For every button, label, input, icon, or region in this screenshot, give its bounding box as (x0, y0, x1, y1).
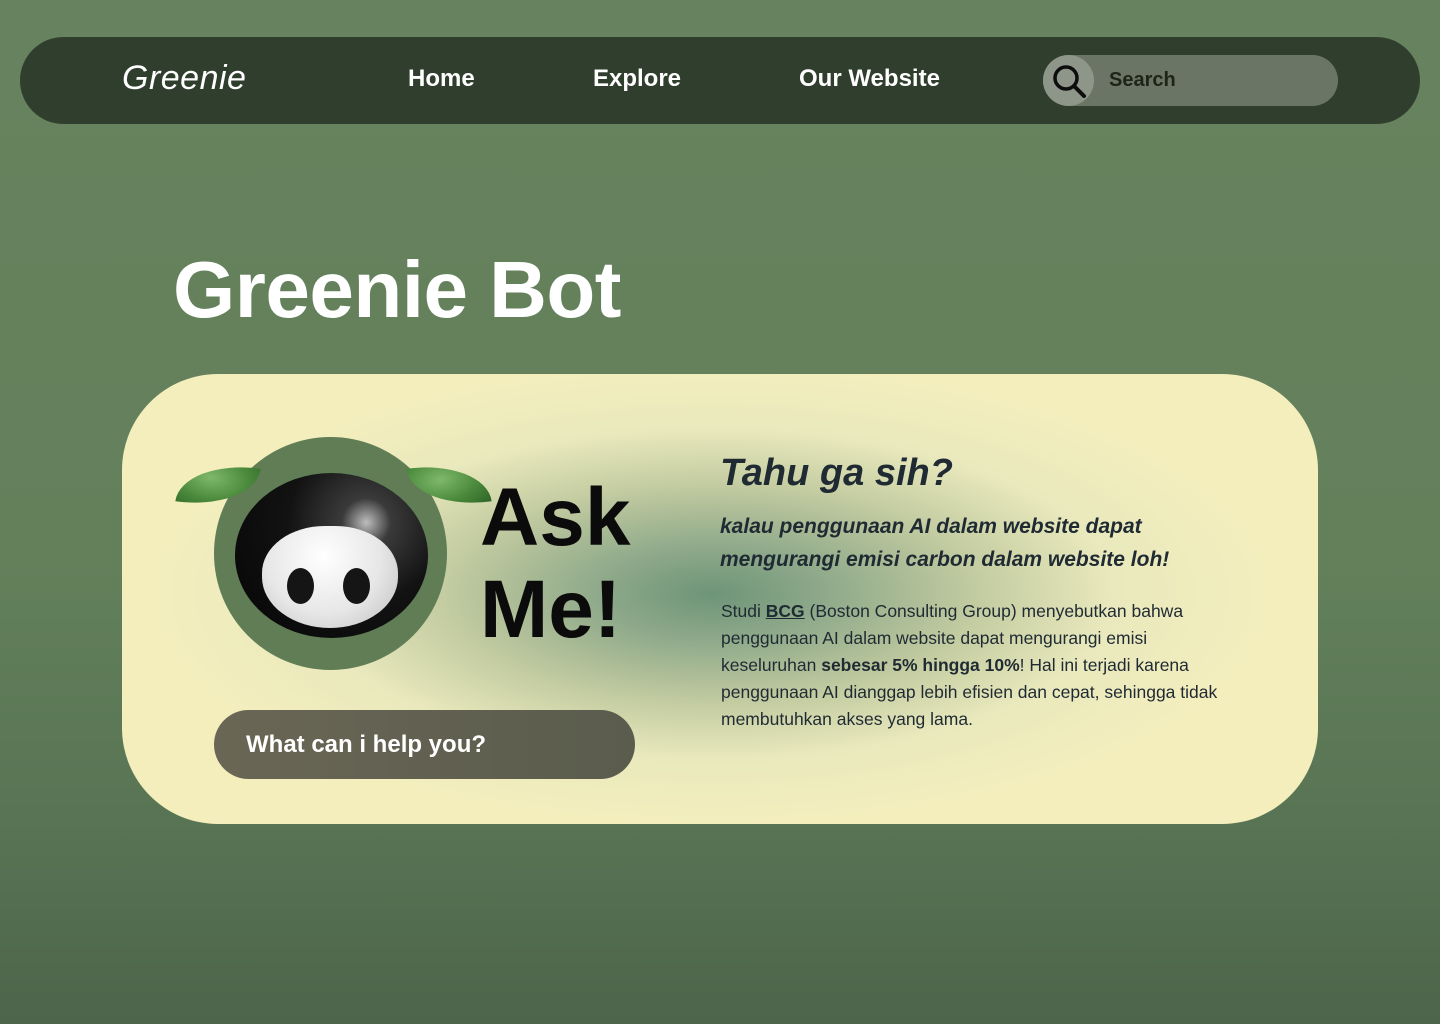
ask-me-heading: Ask Me! (480, 472, 630, 656)
search-input[interactable] (1105, 55, 1333, 106)
search-icon[interactable] (1043, 55, 1094, 106)
nav-link-explore[interactable]: Explore (593, 65, 681, 93)
nav-link-home[interactable]: Home (408, 65, 475, 93)
ask-me-line-2: Me! (480, 564, 622, 655)
greenie-bot-card: Ask Me! What can i help you? Tahu ga sih… (122, 374, 1318, 824)
ask-greenie-bot-button[interactable]: What can i help you? (214, 710, 635, 779)
fact-heading: Tahu ga sih? (720, 452, 953, 494)
mascot-face (262, 526, 398, 628)
mascot-left-eye (287, 568, 314, 604)
fact-body-highlight: sebesar 5% hingga 10% (821, 655, 1020, 675)
fact-body-text: Studi BCG (Boston Consulting Group) meny… (721, 598, 1223, 733)
top-navbar: Greenie Home Explore Our Website (20, 37, 1420, 124)
search-bar[interactable] (1043, 55, 1338, 106)
fact-subheading: kalau penggunaan AI dalam website dapat … (720, 515, 1170, 571)
nav-link-our-website[interactable]: Our Website (799, 65, 940, 93)
ask-me-line-1: Ask (480, 472, 631, 563)
bcg-link[interactable]: BCG (766, 601, 805, 621)
mascot-right-eye (343, 568, 370, 604)
brand-logo[interactable]: Greenie (122, 59, 246, 98)
fact-body-part-1: Studi (721, 601, 766, 621)
page-title: Greenie Bot (173, 245, 621, 334)
